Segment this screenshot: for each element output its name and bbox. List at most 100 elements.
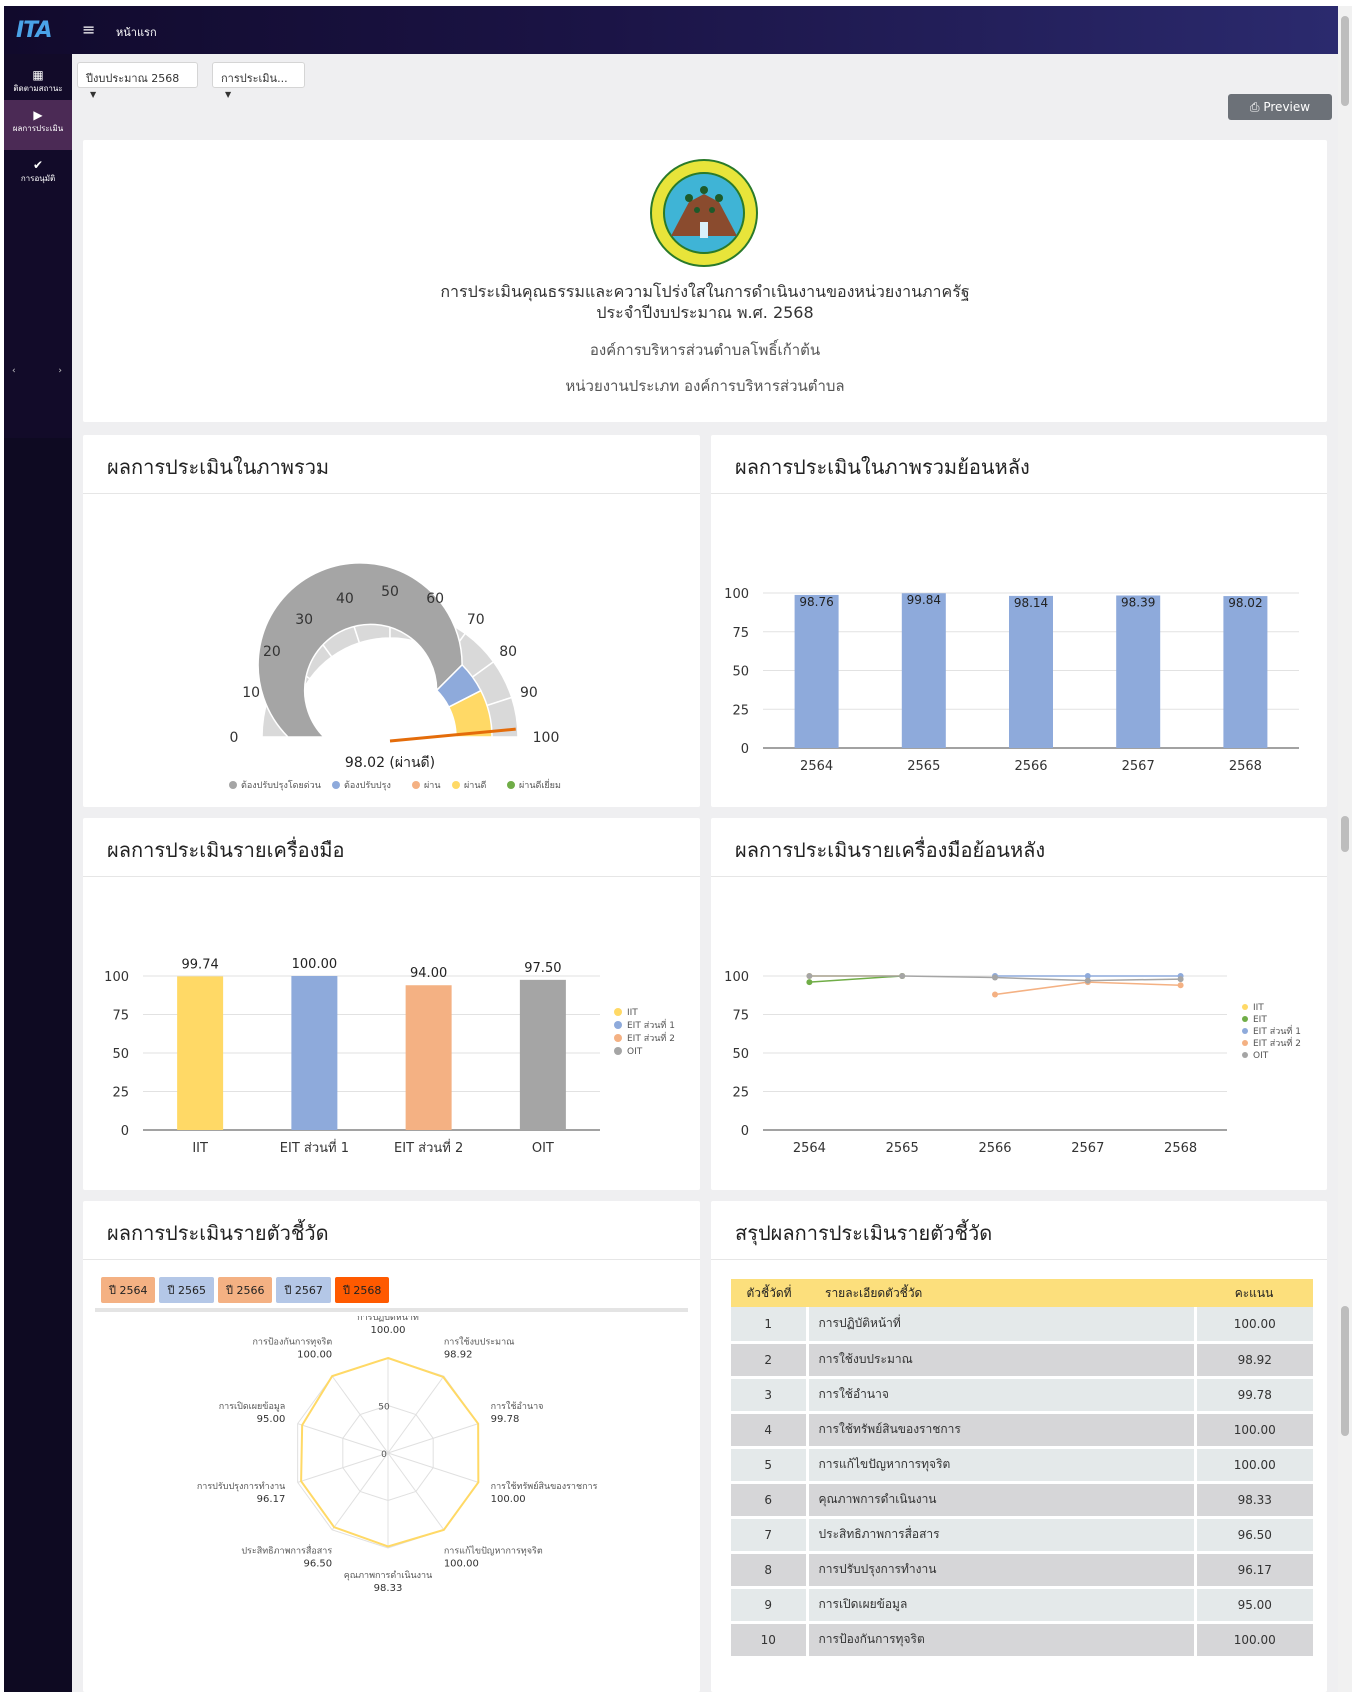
radar-value-label: 95.00 bbox=[257, 1414, 286, 1425]
radar-spoke bbox=[331, 1452, 389, 1531]
radar-axis-label: การแก้ไขปัญหาการทุจริต bbox=[444, 1545, 543, 1556]
table-row: 8 การปรับปรุงการทำงาน 96.17 bbox=[731, 1552, 1313, 1589]
scrollbar-thumb[interactable] bbox=[1341, 1306, 1349, 1436]
year-tag-2567[interactable]: ปี 2567 bbox=[276, 1277, 331, 1303]
gauge-tick-label: 100 bbox=[533, 730, 560, 746]
tool-history-line-chart: 02550751002564 2565 2566 2567 2568IITEITEIT … bbox=[724, 970, 1301, 1156]
gauge-tick-label: 10 bbox=[242, 685, 260, 701]
y-tick-label: 50 bbox=[732, 1047, 749, 1062]
indicator-name: การใช้งบประมาณ bbox=[805, 1342, 1195, 1379]
sidebar-item-results[interactable]: ▶ ผลการประเมิน bbox=[4, 100, 72, 150]
divider bbox=[83, 493, 700, 494]
assessment-type-select[interactable]: การประเมิน... ▼ bbox=[212, 62, 305, 99]
radar-value-label: 98.92 bbox=[444, 1350, 473, 1361]
sidebar-collapse-toggle[interactable]: ‹ › bbox=[12, 366, 62, 376]
legend-dot bbox=[452, 781, 460, 789]
y-tick-label: 50 bbox=[732, 665, 749, 680]
bar bbox=[1223, 596, 1268, 748]
indicator-number: 10 bbox=[731, 1622, 807, 1659]
indicator-score: 96.17 bbox=[1193, 1552, 1313, 1589]
y-tick-label: 75 bbox=[112, 1009, 129, 1024]
ita-logo[interactable]: ITA bbox=[16, 18, 53, 43]
organization-header-card: การประเมินคุณธรรมและความโปร่งใสในการดำเน… bbox=[83, 140, 1327, 422]
legend-dot bbox=[614, 1008, 622, 1016]
tool-bar-chart: 0 25 50 75 100 99.74 IIT 100.00 EIT ส่วนที่ 1 94.… bbox=[104, 957, 675, 1156]
overall-history-bar-chart: 0 25 50 75 100 98.76 2564 99.84 2565 98.14 2566 98.… bbox=[724, 587, 1299, 774]
preview-button[interactable]: ⎙ Preview bbox=[1228, 94, 1332, 120]
radar-value-label: 96.17 bbox=[257, 1494, 286, 1505]
caret-down-icon: ▼ bbox=[225, 90, 232, 99]
radar-value-label: 99.78 bbox=[491, 1414, 520, 1425]
x-tick-label: 2564 bbox=[793, 1141, 826, 1156]
bar bbox=[1116, 595, 1161, 748]
legend-label: EIT ส่วนที่ 2 bbox=[627, 1031, 675, 1044]
indicator-result-card: ผลการประเมินรายตัวชี้วัด ปี 2564 ปี 2565 ป… bbox=[83, 1201, 700, 1692]
year-tag-2568[interactable]: ปี 2568 bbox=[334, 1277, 390, 1303]
indicator-name: การใช้ทรัพย์สินของราชการ bbox=[805, 1412, 1195, 1449]
indicator-number: 8 bbox=[731, 1552, 807, 1589]
indicator-score: 98.33 bbox=[1193, 1482, 1313, 1519]
legend-dot bbox=[507, 781, 515, 789]
caret-down-icon: ▼ bbox=[90, 90, 97, 99]
indicator-summary-card: สรุปผลการประเมินรายตัวชี้วัด ตัวชี้วัดที… bbox=[711, 1201, 1327, 1692]
gauge-tick-label: 60 bbox=[426, 591, 444, 607]
scrollbar-thumb[interactable] bbox=[1341, 816, 1349, 852]
radar-axis-label: การปรับปรุงการทำงาน bbox=[197, 1481, 285, 1492]
indicator-name: ประสิทธิภาพการสื่อสาร bbox=[805, 1517, 1195, 1554]
organization-name: องค์การบริหารส่วนตำบลโพธิ์เก้าต้น bbox=[589, 341, 821, 359]
card-title: ผลการประเมินในภาพรวม bbox=[107, 455, 330, 479]
card-title: ผลการประเมินรายตัวชี้วัด bbox=[107, 1221, 329, 1245]
radar-value-label: 100.00 bbox=[491, 1494, 526, 1505]
indicator-name: การแก้ไขปัญหาการทุจริต bbox=[805, 1447, 1195, 1484]
year-tag-2565[interactable]: ปี 2565 bbox=[159, 1277, 214, 1303]
chevron-left-icon[interactable]: ‹ bbox=[12, 366, 16, 376]
indicator-score: 96.50 bbox=[1193, 1517, 1313, 1554]
scrollbar-thumb[interactable] bbox=[1341, 16, 1349, 106]
x-tick-label: EIT ส่วนที่ 2 bbox=[394, 1139, 463, 1156]
hamburger-menu-icon[interactable]: ≡ bbox=[82, 20, 95, 39]
y-tick-label: 25 bbox=[112, 1086, 129, 1101]
bar-value-label: 98.02 bbox=[1228, 596, 1262, 610]
indicator-number: 9 bbox=[731, 1587, 807, 1624]
indicator-score: 99.78 bbox=[1193, 1377, 1313, 1414]
overall-history-card: ผลการประเมินในภาพรวมย้อนหลัง 0 25 50 75 100 9… bbox=[711, 435, 1327, 807]
y-tick-label: 75 bbox=[732, 626, 749, 641]
organization-seal-logo bbox=[650, 159, 758, 267]
y-tick-label: 100 bbox=[724, 587, 749, 602]
page-scrollbar[interactable] bbox=[1338, 6, 1352, 1692]
y-tick-label: 75 bbox=[732, 1009, 749, 1024]
tag-divider bbox=[95, 1308, 688, 1312]
bar-value-label: 100.00 bbox=[292, 957, 338, 972]
table-row: 9 การเปิดเผยข้อมูล 95.00 bbox=[731, 1587, 1313, 1624]
year-tag-2564[interactable]: ปี 2564 bbox=[101, 1277, 156, 1303]
table-row: 10 การป้องกันการทุจริต 100.00 bbox=[731, 1622, 1313, 1659]
home-link[interactable]: หน้าแรก bbox=[116, 23, 157, 41]
radar-axis-label: การใช้ทรัพย์สินของราชการ bbox=[491, 1480, 598, 1492]
top-navbar: ITA ≡ หน้าแรก bbox=[4, 6, 1338, 54]
x-tick-label: 2567 bbox=[1122, 759, 1155, 774]
radar-spoke bbox=[387, 1375, 445, 1454]
year-select[interactable]: ปีงบประมาณ 2568 ▼ bbox=[77, 62, 198, 99]
legend-label: EIT bbox=[1253, 1015, 1267, 1025]
legend-marker bbox=[1242, 1004, 1248, 1010]
y-tick-label: 25 bbox=[732, 703, 749, 718]
sidebar-item-approval[interactable]: ✔ การอนุมัติ bbox=[4, 150, 72, 200]
x-tick-label: OIT bbox=[532, 1141, 554, 1156]
chevron-right-icon[interactable]: › bbox=[58, 366, 62, 376]
year-tag-group: ปี 2564 ปี 2565 ปี 2566 ปี 2567 ปี 2568 bbox=[101, 1277, 393, 1303]
legend-label: OIT bbox=[1253, 1051, 1269, 1061]
legend-label: IIT bbox=[627, 1008, 638, 1018]
gauge-tick-label: 90 bbox=[520, 685, 538, 701]
year-select-value: ปีงบประมาณ 2568 bbox=[86, 72, 180, 85]
y-tick-label: 25 bbox=[732, 1086, 749, 1101]
y-tick-label: 100 bbox=[724, 970, 749, 985]
x-tick-label: 2567 bbox=[1071, 1141, 1104, 1156]
year-tag-2566[interactable]: ปี 2566 bbox=[217, 1277, 273, 1303]
x-tick-label: 2565 bbox=[886, 1141, 919, 1156]
radar-axis-label: การปฏิบัติหน้าที่ bbox=[357, 1316, 419, 1323]
gauge-tick-label: 30 bbox=[295, 612, 313, 628]
clipboard-check-icon: ✔ bbox=[32, 158, 44, 172]
divider bbox=[83, 876, 700, 877]
radar-spoke bbox=[331, 1375, 389, 1454]
tool-history-card: ผลการประเมินรายเครื่องมือย้อนหลัง 0 25 50 7… bbox=[711, 818, 1327, 1190]
